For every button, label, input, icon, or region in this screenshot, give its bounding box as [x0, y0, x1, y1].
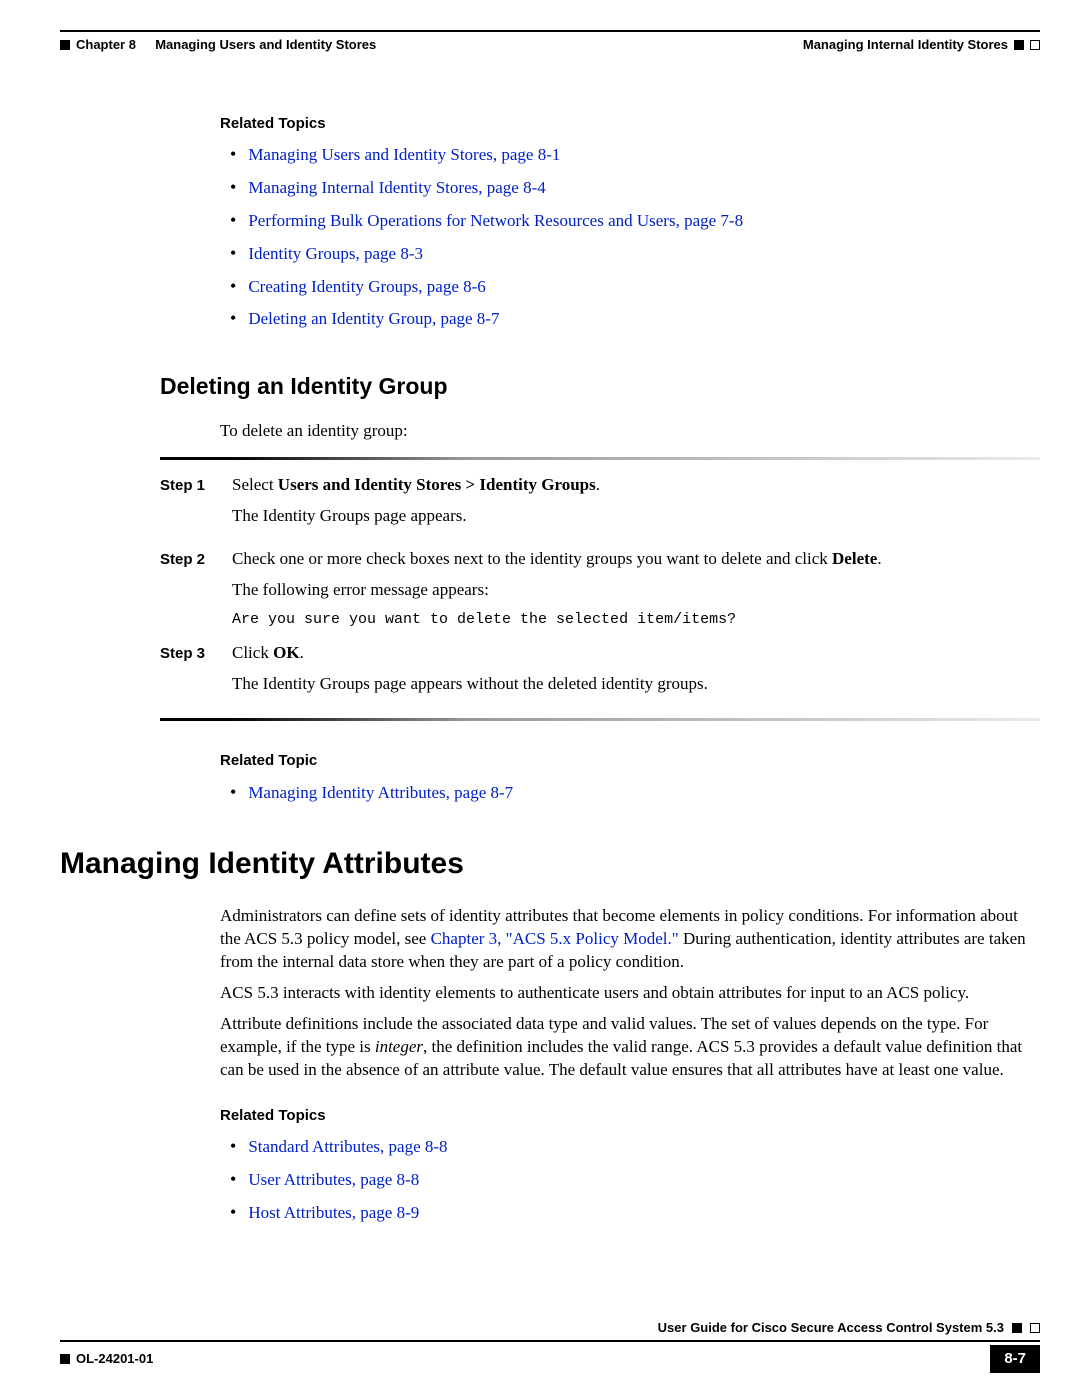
page-footer: User Guide for Cisco Secure Access Contr…	[60, 1319, 1040, 1373]
related-link[interactable]: Managing Identity Attributes, page 8-7	[248, 783, 513, 802]
chapter-label: Chapter 8	[76, 36, 136, 54]
related-topic-list: Managing Identity Attributes, page 8-7	[220, 780, 1040, 805]
divider	[160, 718, 1040, 721]
step-3-text: Click OK. The Identity Groups page appea…	[232, 642, 1040, 704]
section-heading-attributes: Managing Identity Attributes	[60, 844, 1040, 885]
page-header: Chapter 8 Managing Users and Identity St…	[60, 30, 1040, 54]
footer-marker-icon	[60, 1354, 70, 1364]
step-label: Step 2	[160, 548, 214, 630]
related-link[interactable]: Creating Identity Groups, page 8-6	[248, 277, 485, 296]
related-link[interactable]: Identity Groups, page 8-3	[248, 244, 423, 263]
related-topics-heading: Related Topics	[220, 1106, 1040, 1126]
section-title: Managing Internal Identity Stores	[803, 36, 1008, 54]
section-heading-deleting: Deleting an Identity Group	[160, 371, 1040, 402]
related-link[interactable]: Managing Users and Identity Stores, page…	[248, 145, 560, 164]
chapter-3-link[interactable]: Chapter 3, "ACS 5.x Policy Model."	[431, 929, 679, 948]
related-link[interactable]: Managing Internal Identity Stores, page …	[248, 178, 545, 197]
guide-title: User Guide for Cisco Secure Access Contr…	[658, 1319, 1004, 1337]
page-number: 8-7	[990, 1345, 1040, 1373]
attr-p1: Administrators can define sets of identi…	[220, 905, 1040, 974]
attr-p2: ACS 5.3 interacts with identity elements…	[220, 982, 1040, 1005]
attr-p3: Attribute definitions include the associ…	[220, 1013, 1040, 1082]
footer-marker-icon	[1012, 1323, 1022, 1333]
header-marker-icon	[60, 40, 70, 50]
related-link[interactable]: Host Attributes, page 8-9	[248, 1203, 419, 1222]
doc-number: OL-24201-01	[76, 1350, 153, 1368]
chapter-title: Managing Users and Identity Stores	[155, 36, 376, 54]
related-topics-heading: Related Topics	[220, 114, 1040, 134]
related-link[interactable]: Deleting an Identity Group, page 8-7	[248, 309, 499, 328]
related-link[interactable]: Standard Attributes, page 8-8	[248, 1137, 447, 1156]
footer-marker-icon	[1030, 1323, 1040, 1333]
header-marker-icon	[1014, 40, 1024, 50]
step-2-text: Check one or more check boxes next to th…	[232, 548, 1040, 630]
step-label: Step 1	[160, 474, 214, 536]
confirmation-message: Are you sure you want to delete the sele…	[232, 610, 1040, 630]
related-topic-heading: Related Topic	[220, 751, 1040, 771]
step-1-text: Select Users and Identity Stores > Ident…	[232, 474, 1040, 536]
related-topics-list: Standard Attributes, page 8-8 User Attri…	[220, 1134, 1040, 1225]
header-marker-icon	[1030, 40, 1040, 50]
intro-text: To delete an identity group:	[220, 420, 1040, 443]
step-label: Step 3	[160, 642, 214, 704]
divider	[160, 457, 1040, 460]
related-topics-list: Managing Users and Identity Stores, page…	[220, 142, 1040, 332]
related-link[interactable]: Performing Bulk Operations for Network R…	[248, 211, 743, 230]
related-link[interactable]: User Attributes, page 8-8	[248, 1170, 419, 1189]
